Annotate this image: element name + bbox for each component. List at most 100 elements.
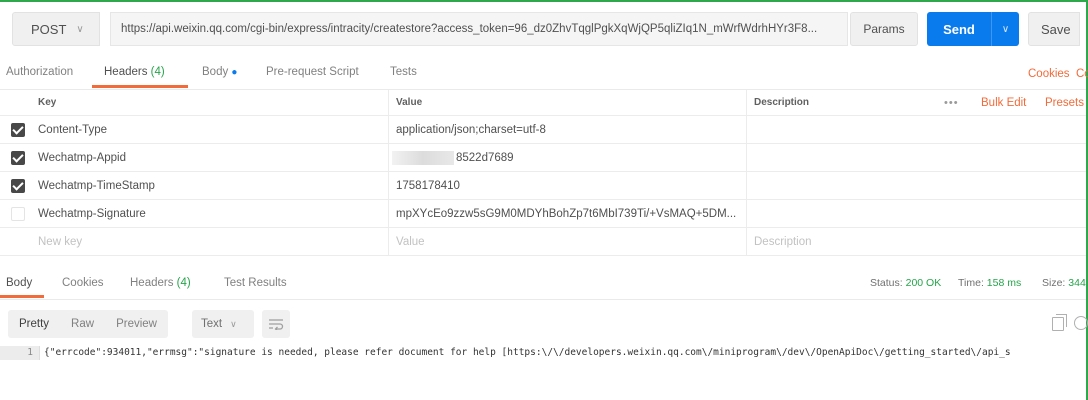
send-label: Send <box>943 21 975 37</box>
method-select[interactable]: POST ∨ <box>12 12 100 46</box>
status-label: Status: <box>870 277 903 289</box>
column-divider <box>388 90 389 115</box>
time-label: Time: <box>958 277 984 289</box>
tab-headers[interactable]: Headers (4) <box>104 66 165 78</box>
header-value[interactable]: 1758178410 <box>396 172 460 199</box>
header-key[interactable]: Wechatmp-Appid <box>38 144 126 171</box>
table-row: Wechatmp-TimeStamp 1758178410 <box>0 172 1086 200</box>
time-readout: Time: 158 ms <box>958 277 1021 289</box>
time-value: 158 ms <box>986 277 1022 289</box>
tab-response-headers[interactable]: Headers (4) <box>130 277 191 289</box>
tab-prerequest-script[interactable]: Pre-request Script <box>266 66 359 78</box>
column-key: Key <box>38 97 57 108</box>
column-divider <box>746 228 747 255</box>
request-tabs: Authorization Headers (4) Body ● Pre-req… <box>0 58 1088 90</box>
new-value-input[interactable]: Value <box>396 228 425 255</box>
column-value: Value <box>396 97 423 108</box>
format-select[interactable]: Text ∨ <box>192 310 254 338</box>
response-tabs: Body Cookies Headers (4) Test Results St… <box>0 270 1086 300</box>
view-pretty-button[interactable]: Pretty <box>8 318 60 330</box>
save-button[interactable]: Save <box>1028 12 1080 46</box>
url-text: https://api.weixin.qq.com/cgi-bin/expres… <box>121 23 818 35</box>
search-icon[interactable] <box>1074 316 1088 330</box>
request-bar: POST ∨ https://api.weixin.qq.com/cgi-bin… <box>0 8 1086 54</box>
chevron-down-icon: ∨ <box>230 318 237 329</box>
tab-response-headers-label: Headers <box>130 277 174 289</box>
active-response-tab-indicator <box>0 295 44 298</box>
response-body-editor[interactable]: 1 {"errcode":934011,"errmsg":"signature … <box>0 346 1086 360</box>
view-preview-button[interactable]: Preview <box>105 318 168 330</box>
header-enabled-checkbox[interactable] <box>11 179 25 193</box>
presets-link[interactable]: Presets <box>1045 90 1084 116</box>
params-button[interactable]: Params <box>850 12 918 46</box>
copy-icon[interactable] <box>1052 314 1067 331</box>
size-label: Size: <box>1042 277 1066 289</box>
tab-body-label: Body <box>202 66 229 78</box>
new-header-row: New key Value Description <box>0 228 1086 256</box>
table-row: Wechatmp-Appid 8522d7689 <box>0 144 1086 172</box>
tab-headers-label: Headers <box>104 66 148 78</box>
column-divider <box>388 172 389 199</box>
format-label: Text <box>201 318 223 330</box>
header-enabled-checkbox[interactable] <box>11 207 25 221</box>
method-label: POST <box>31 21 67 37</box>
chevron-down-icon: ∨ <box>76 23 84 35</box>
tab-response-headers-count: (4) <box>176 277 191 289</box>
column-description: Description <box>754 97 810 108</box>
url-input[interactable]: https://api.weixin.qq.com/cgi-bin/expres… <box>110 12 848 46</box>
size-value: 344 <box>1068 277 1086 289</box>
table-header-row: Key Value Description ••• Bulk Edit Pres… <box>0 90 1086 116</box>
active-tab-indicator <box>92 85 188 88</box>
body-modified-dot-icon: ● <box>231 67 238 78</box>
tab-tests[interactable]: Tests <box>390 66 417 78</box>
column-divider <box>746 172 747 199</box>
column-divider <box>746 144 747 171</box>
table-row: Wechatmp-Signature mpXYcEo9zzw5sG9M0MDYh… <box>0 200 1086 228</box>
wrap-lines-icon <box>269 319 284 330</box>
params-label: Params <box>863 22 905 36</box>
more-options-icon[interactable]: ••• <box>944 90 959 116</box>
column-divider <box>746 200 747 227</box>
new-key-input[interactable]: New key <box>38 228 82 255</box>
header-key[interactable]: Content-Type <box>38 116 107 143</box>
send-button[interactable]: Send ∨ <box>927 12 1019 46</box>
column-divider <box>746 90 747 115</box>
redacted-blur <box>392 150 454 165</box>
table-row: Content-Type application/json;charset=ut… <box>0 116 1086 144</box>
response-view-mode-group: Pretty Raw Preview <box>8 310 168 338</box>
header-value-cell[interactable]: 8522d7689 <box>392 144 514 171</box>
bulk-edit-link[interactable]: Bulk Edit <box>981 90 1026 116</box>
save-label: Save <box>1041 21 1071 37</box>
column-divider <box>388 200 389 227</box>
tab-test-results[interactable]: Test Results <box>224 277 287 289</box>
header-key[interactable]: Wechatmp-Signature <box>38 200 146 227</box>
header-value[interactable]: mpXYcEo9zzw5sG9M0MDYhBohZp7t6MbI739Ti/+V… <box>396 200 736 227</box>
tab-response-cookies[interactable]: Cookies <box>62 277 104 289</box>
size-readout: Size: 344 <box>1042 277 1086 289</box>
tab-headers-count: (4) <box>150 66 165 78</box>
code-link[interactable]: Co <box>1076 68 1088 80</box>
header-key[interactable]: Wechatmp-TimeStamp <box>38 172 155 199</box>
send-options-chevron-icon[interactable]: ∨ <box>992 24 1019 35</box>
header-value: 8522d7689 <box>456 151 514 164</box>
header-enabled-checkbox[interactable] <box>11 123 25 137</box>
status-value: 200 OK <box>905 277 942 289</box>
new-description-input[interactable]: Description <box>754 228 812 255</box>
response-toolbar: Pretty Raw Preview Text ∨ <box>0 310 1088 338</box>
tab-authorization[interactable]: Authorization <box>6 66 73 78</box>
view-raw-button[interactable]: Raw <box>60 318 105 330</box>
header-enabled-checkbox[interactable] <box>11 151 25 165</box>
tab-body[interactable]: Body ● <box>202 66 237 78</box>
line-number: 1 <box>0 346 40 360</box>
column-divider <box>388 228 389 255</box>
column-divider <box>746 116 747 143</box>
column-divider <box>388 116 389 143</box>
response-body-text: {"errcode":934011,"errmsg":"signature is… <box>44 347 1011 358</box>
cookies-link[interactable]: Cookies <box>1028 68 1070 80</box>
header-value[interactable]: application/json;charset=utf-8 <box>396 116 546 143</box>
tab-response-body[interactable]: Body <box>6 277 32 289</box>
wrap-lines-button[interactable] <box>262 310 290 338</box>
column-divider <box>388 144 389 171</box>
status-readout: Status: 200 OK <box>870 277 941 289</box>
window-top-border <box>0 0 1088 2</box>
